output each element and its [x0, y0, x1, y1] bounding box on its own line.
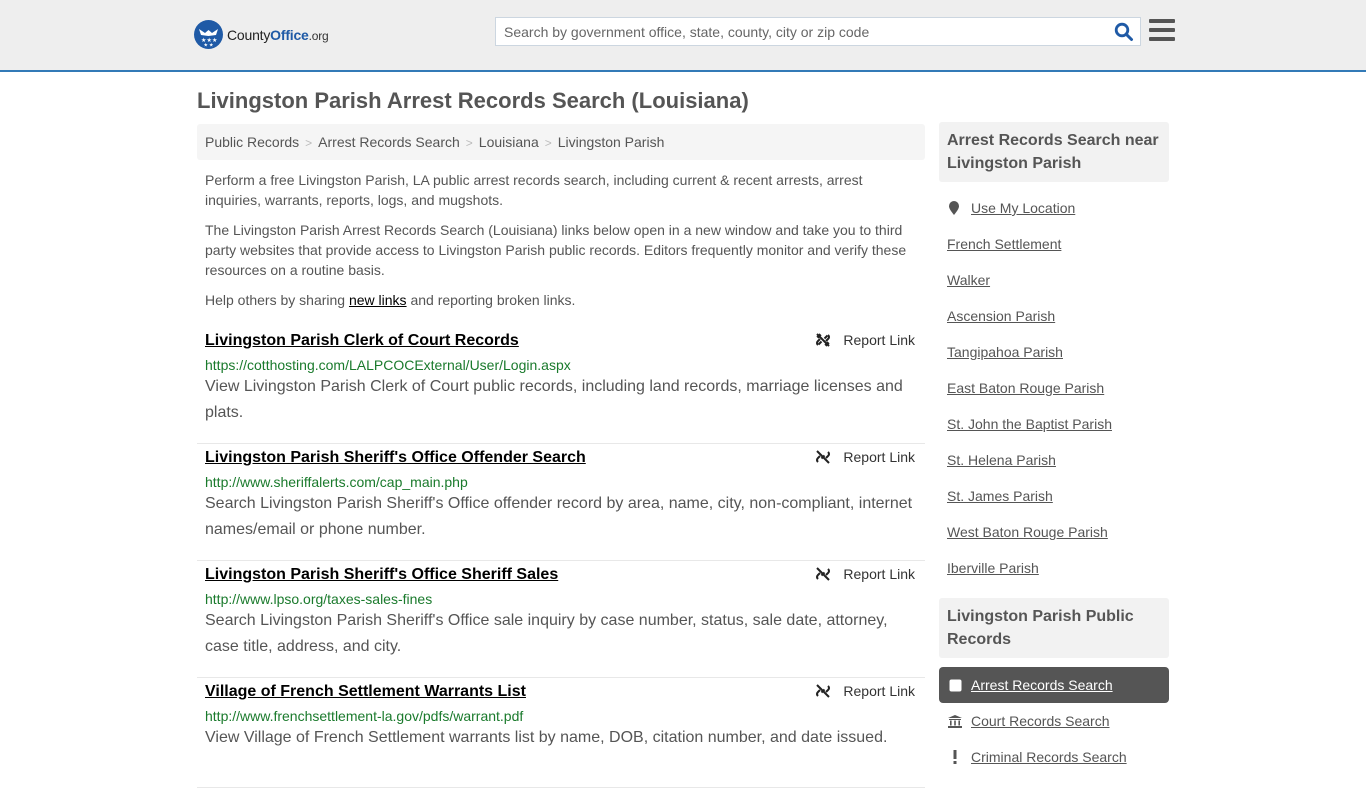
result-item: Village of French Settlement Warrants Li… — [197, 678, 925, 788]
breadcrumb-separator: > — [305, 136, 313, 150]
report-link-label: Report Link — [843, 566, 915, 582]
intro-paragraph-1: Perform a free Livingston Parish, LA pub… — [205, 172, 863, 208]
nearby-list: Use My Location French Settlement Walker… — [939, 182, 1169, 586]
site-header: ★ ★ ★ ★ ★ CountyOffice.org — [0, 0, 1366, 72]
public-record-item-court[interactable]: Court Records Search — [939, 703, 1169, 739]
criminal-records-search-link[interactable]: Criminal Records Search — [971, 749, 1127, 765]
public-records-heading: Livingston Parish Public Records — [939, 598, 1169, 658]
result-item: Livingston Parish Sheriff's Office Offen… — [197, 444, 925, 561]
public-record-item-criminal[interactable]: Criminal Records Search — [939, 739, 1169, 775]
logo-link[interactable]: ★ ★ ★ ★ ★ CountyOffice.org — [194, 20, 329, 49]
result-item: Livingston Parish Sheriff's Office Sheri… — [197, 561, 925, 678]
use-my-location-link[interactable]: Use My Location — [971, 200, 1075, 216]
broken-link-icon — [816, 333, 831, 347]
public-records-list: Arrest Records Search Court Records Sear… — [939, 667, 1169, 775]
nearby-item[interactable]: Walker — [947, 262, 1161, 298]
arrest-records-search-link[interactable]: Arrest Records Search — [971, 677, 1113, 693]
result-url: https://cotthosting.com/LALPCOCExternal/… — [205, 357, 571, 373]
report-link-label: Report Link — [843, 683, 915, 699]
logo-eagle-icon: ★ ★ ★ ★ ★ — [194, 20, 223, 49]
result-title-link[interactable]: Livingston Parish Sheriff's Office Offen… — [205, 449, 586, 467]
result-description: Search Livingston Parish Sheriff's Offic… — [205, 495, 913, 538]
search-icon — [1114, 22, 1133, 41]
result-url: http://www.lpso.org/taxes-sales-fines — [205, 591, 433, 607]
breadcrumb-livingston-parish: Livingston Parish — [557, 134, 665, 150]
nearby-link-tangipahoa-parish[interactable]: Tangipahoa Parish — [947, 344, 1063, 360]
search-box — [495, 17, 1141, 46]
nearby-item[interactable]: Tangipahoa Parish — [947, 334, 1161, 370]
nearby-link-west-baton-rouge-parish[interactable]: West Baton Rouge Parish — [947, 524, 1108, 540]
result-url: http://www.frenchsettlement-la.gov/pdfs/… — [205, 708, 524, 724]
broken-link-icon — [816, 450, 831, 464]
sidebar: Arrest Records Search near Livingston Pa… — [939, 122, 1169, 775]
report-link-button[interactable]: Report Link — [815, 683, 915, 699]
result-description: Search Livingston Parish Sheriff's Offic… — [205, 612, 888, 655]
breadcrumb-arrest-records-search[interactable]: Arrest Records Search — [318, 134, 460, 150]
nearby-item[interactable]: St. Helena Parish — [947, 442, 1161, 478]
new-links-link[interactable]: new links — [349, 292, 407, 308]
report-link-button[interactable]: Report Link — [815, 449, 915, 465]
nearby-item[interactable]: East Baton Rouge Parish — [947, 370, 1161, 406]
intro-paragraph-2: The Livingston Parish Arrest Records Sea… — [205, 222, 907, 278]
report-link-label: Report Link — [843, 332, 915, 348]
svg-text:★: ★ — [204, 43, 209, 49]
result-item: Livingston Parish Clerk of Court Records… — [197, 327, 925, 444]
result-title-link[interactable]: Livingston Parish Sheriff's Office Sheri… — [205, 566, 558, 584]
breadcrumb-public-records[interactable]: Public Records — [205, 134, 299, 150]
nearby-item[interactable]: West Baton Rouge Parish — [947, 514, 1161, 550]
use-my-location-item[interactable]: Use My Location — [947, 190, 1161, 226]
breadcrumb-separator: > — [465, 136, 473, 150]
report-link-button[interactable]: Report Link — [815, 332, 915, 348]
result-url: http://www.sheriffalerts.com/cap_main.ph… — [205, 474, 468, 490]
square-icon — [947, 679, 963, 692]
search-button[interactable] — [1114, 22, 1134, 42]
broken-link-icon — [816, 684, 831, 698]
nearby-item[interactable]: St. James Parish — [947, 478, 1161, 514]
breadcrumb-separator: > — [544, 136, 552, 150]
report-link-button[interactable]: Report Link — [815, 566, 915, 582]
intro-paragraph-3: Help others by sharing new links and rep… — [205, 292, 576, 308]
result-description: View Livingston Parish Clerk of Court pu… — [205, 378, 903, 421]
nearby-item[interactable]: Ascension Parish — [947, 298, 1161, 334]
breadcrumb: Public Records > Arrest Records Search > Lou… — [197, 124, 925, 160]
results-list: Livingston Parish Clerk of Court Records… — [197, 327, 925, 788]
hamburger-menu-icon[interactable] — [1149, 19, 1175, 43]
logo-text: CountyOffice.org — [227, 26, 329, 43]
nearby-item[interactable]: French Settlement — [947, 226, 1161, 262]
breadcrumb-louisiana[interactable]: Louisiana — [479, 134, 539, 150]
result-title-link[interactable]: Livingston Parish Clerk of Court Records — [205, 332, 519, 350]
svg-text:★: ★ — [209, 43, 214, 49]
courthouse-icon — [947, 714, 963, 728]
nearby-link-east-baton-rouge-parish[interactable]: East Baton Rouge Parish — [947, 380, 1104, 396]
public-record-item-arrest[interactable]: Arrest Records Search — [939, 667, 1169, 703]
broken-link-icon — [816, 567, 831, 581]
map-marker-icon — [949, 201, 959, 215]
nearby-link-iberville-parish[interactable]: Iberville Parish — [947, 560, 1039, 576]
result-description: View Village of French Settlement warran… — [205, 729, 888, 746]
nearby-link-st-john-the-baptist-parish[interactable]: St. John the Baptist Parish — [947, 416, 1112, 432]
page-title: Livingston Parish Arrest Records Search … — [197, 88, 749, 113]
report-link-label: Report Link — [843, 449, 915, 465]
nearby-item[interactable]: St. John the Baptist Parish — [947, 406, 1161, 442]
exclamation-icon — [947, 750, 963, 764]
court-records-search-link[interactable]: Court Records Search — [971, 713, 1110, 729]
nearby-link-st-james-parish[interactable]: St. James Parish — [947, 488, 1053, 504]
nearby-link-french-settlement[interactable]: French Settlement — [947, 236, 1061, 252]
search-input[interactable] — [496, 18, 1106, 45]
nearby-item[interactable]: Iberville Parish — [947, 550, 1161, 586]
intro-text: Perform a free Livingston Parish, LA pub… — [205, 170, 920, 320]
nearby-link-walker[interactable]: Walker — [947, 272, 990, 288]
result-title-link[interactable]: Village of French Settlement Warrants Li… — [205, 683, 526, 701]
nearby-link-ascension-parish[interactable]: Ascension Parish — [947, 308, 1055, 324]
nearby-heading: Arrest Records Search near Livingston Pa… — [939, 122, 1169, 182]
nearby-link-st-helena-parish[interactable]: St. Helena Parish — [947, 452, 1056, 468]
